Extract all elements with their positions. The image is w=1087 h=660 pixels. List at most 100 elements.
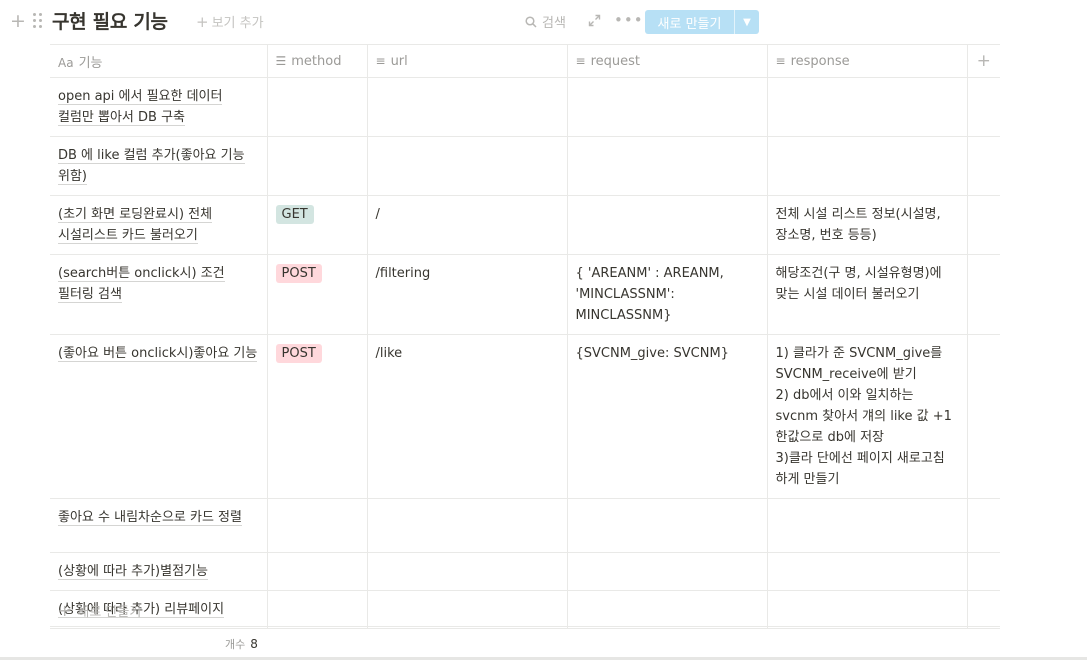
method-tag: GET bbox=[275, 205, 314, 224]
url-text: /filtering bbox=[375, 266, 431, 281]
column-label: method bbox=[291, 53, 342, 69]
cell-feature[interactable]: (초기 화면 로딩완료시) 전체 시설리스트 카드 불러오기 bbox=[50, 195, 268, 255]
cell-empty[interactable] bbox=[967, 498, 1000, 553]
cell-response[interactable]: 전체 시설 리스트 정보(시설명, 장소명, 번호 등등) bbox=[767, 195, 968, 255]
cell-request[interactable] bbox=[567, 498, 768, 553]
table-row[interactable]: 좋아요 수 내림차순으로 카드 정렬 bbox=[50, 498, 1000, 553]
add-column-icon[interactable]: + bbox=[967, 44, 1000, 78]
search-icon bbox=[525, 15, 537, 28]
new-button[interactable]: 새로 만들기 ▼ bbox=[645, 10, 759, 34]
cell-empty[interactable] bbox=[967, 195, 1000, 255]
method-tag: POST bbox=[275, 264, 322, 283]
more-options-icon[interactable]: ••• bbox=[614, 11, 644, 29]
database-header: + 구현 필요 기능 + 보기 추가 검색 ••• 새로 만들기 ▼ bbox=[0, 0, 1087, 44]
cell-response[interactable] bbox=[767, 136, 968, 196]
method-tag: POST bbox=[275, 344, 322, 363]
response-text: 전체 시설 리스트 정보(시설명, 장소명, 번호 등등) bbox=[775, 207, 941, 243]
add-view-label: 보기 추가 bbox=[211, 16, 264, 31]
plus-icon: + bbox=[58, 601, 72, 620]
cell-empty[interactable] bbox=[967, 552, 1000, 591]
search-button[interactable]: 검색 bbox=[525, 12, 566, 31]
list-icon: ☰ bbox=[275, 53, 287, 68]
column-header-request[interactable]: ≡ request bbox=[567, 44, 768, 78]
column-header-method[interactable]: ☰ method bbox=[267, 44, 368, 78]
cell-url[interactable]: /like bbox=[367, 334, 568, 499]
add-block-icon[interactable]: + bbox=[10, 10, 26, 32]
feature-title: (좋아요 버튼 onclick시)좋아요 기능 bbox=[58, 346, 258, 362]
new-row-button[interactable]: + 새로 만들기 bbox=[50, 595, 1000, 627]
table-header-row: Aa 기능 ☰ method ≡ url ≡ request ≡ response + bbox=[50, 44, 1000, 78]
add-view-button[interactable]: + 보기 추가 bbox=[196, 12, 264, 31]
request-text: { 'AREANM' : AREANM, 'MINCLASSNM': MINCL… bbox=[575, 266, 724, 323]
cell-method[interactable] bbox=[267, 77, 368, 137]
new-button-label[interactable]: 새로 만들기 bbox=[645, 10, 735, 34]
feature-title: 좋아요 수 내림차순으로 카드 정렬 bbox=[58, 510, 242, 526]
cell-url[interactable] bbox=[367, 136, 568, 196]
table-row[interactable]: (초기 화면 로딩완료시) 전체 시설리스트 카드 불러오기 GET / 전체 시설 … bbox=[50, 195, 1000, 255]
cell-feature[interactable]: (좋아요 버튼 onclick시)좋아요 기능 bbox=[50, 334, 268, 499]
table-row[interactable]: (상황에 따라 추가)별점기능 bbox=[50, 552, 1000, 591]
cell-method[interactable]: POST bbox=[267, 254, 368, 335]
cell-feature[interactable]: (상황에 따라 추가)별점기능 bbox=[50, 552, 268, 591]
cell-request[interactable]: {SVCNM_give: SVCNM} bbox=[567, 334, 768, 499]
cell-url[interactable] bbox=[367, 77, 568, 137]
feature-title: (search버튼 onclick시) 조건 필터링 검색 bbox=[58, 266, 225, 303]
response-text: 해당조건(구 명, 시설유형명)에 맞는 시설 데이터 불러오기 bbox=[775, 266, 942, 302]
cell-response[interactable] bbox=[767, 77, 968, 137]
table-row[interactable]: (좋아요 버튼 onclick시)좋아요 기능 POST/like {SVCNM_g… bbox=[50, 334, 1000, 499]
page-title[interactable]: 구현 필요 기능 bbox=[52, 7, 168, 34]
text-aa-icon: Aa bbox=[58, 55, 74, 70]
cell-feature[interactable]: open api 에서 필요한 데이터 컬럼만 뽑아서 DB 구축 bbox=[50, 77, 268, 137]
table-row[interactable]: DB 에 like 컬럼 추가(좋아요 기능 위함) bbox=[50, 136, 1000, 196]
feature-title: (상황에 따라 추가)별점기능 bbox=[58, 564, 208, 580]
cell-request[interactable] bbox=[567, 195, 768, 255]
column-label: url bbox=[390, 53, 408, 69]
cell-method[interactable] bbox=[267, 552, 368, 591]
cell-response[interactable] bbox=[767, 552, 968, 591]
cell-request[interactable] bbox=[567, 136, 768, 196]
cell-feature[interactable]: DB 에 like 컬럼 추가(좋아요 기능 위함) bbox=[50, 136, 268, 196]
cell-url[interactable]: /filtering bbox=[367, 254, 568, 335]
table-row[interactable]: open api 에서 필요한 데이터 컬럼만 뽑아서 DB 구축 bbox=[50, 77, 1000, 137]
database-table: Aa 기능 ☰ method ≡ url ≡ request ≡ response + o… bbox=[50, 44, 1000, 629]
drag-handle-icon[interactable] bbox=[32, 12, 44, 30]
url-text: /like bbox=[375, 346, 403, 361]
text-lines-icon: ≡ bbox=[375, 53, 386, 68]
chevron-down-icon[interactable]: ▼ bbox=[735, 10, 759, 34]
cell-request[interactable] bbox=[567, 552, 768, 591]
count-label: 개수 bbox=[225, 638, 246, 651]
feature-title: (초기 화면 로딩완료시) 전체 시설리스트 카드 불러오기 bbox=[58, 207, 213, 244]
cell-feature[interactable]: 좋아요 수 내림차순으로 카드 정렬 bbox=[50, 498, 268, 553]
cell-request[interactable]: { 'AREANM' : AREANM, 'MINCLASSNM': MINCL… bbox=[567, 254, 768, 335]
cell-empty[interactable] bbox=[967, 334, 1000, 499]
expand-icon[interactable] bbox=[588, 14, 601, 27]
search-label: 검색 bbox=[542, 16, 566, 31]
table-row[interactable]: (search버튼 onclick시) 조건 필터링 검색 POST/filter… bbox=[50, 254, 1000, 335]
cell-response[interactable]: 1) 클라가 준 SVCNM_give를 SVCNM_receive에 받기 2… bbox=[767, 334, 968, 499]
column-label: response bbox=[790, 53, 850, 69]
cell-method[interactable] bbox=[267, 498, 368, 553]
cell-feature[interactable]: (search버튼 onclick시) 조건 필터링 검색 bbox=[50, 254, 268, 335]
cell-request[interactable] bbox=[567, 77, 768, 137]
text-lines-icon: ≡ bbox=[775, 53, 786, 68]
cell-method[interactable]: GET bbox=[267, 195, 368, 255]
cell-response[interactable] bbox=[767, 498, 968, 553]
cell-url[interactable] bbox=[367, 498, 568, 553]
count-value: 8 bbox=[250, 637, 258, 651]
cell-url[interactable]: / bbox=[367, 195, 568, 255]
response-text: 1) 클라가 준 SVCNM_give를 SVCNM_receive에 받기 2… bbox=[775, 346, 952, 487]
column-header-url[interactable]: ≡ url bbox=[367, 44, 568, 78]
cell-response[interactable]: 해당조건(구 명, 시설유형명)에 맞는 시설 데이터 불러오기 bbox=[767, 254, 968, 335]
cell-method[interactable]: POST bbox=[267, 334, 368, 499]
cell-empty[interactable] bbox=[967, 254, 1000, 335]
new-row-label: 새로 만들기 bbox=[77, 605, 142, 620]
column-header-feature[interactable]: Aa 기능 bbox=[50, 44, 268, 78]
url-text: / bbox=[375, 207, 380, 222]
column-header-response[interactable]: ≡ response bbox=[767, 44, 968, 78]
cell-empty[interactable] bbox=[967, 136, 1000, 196]
cell-url[interactable] bbox=[367, 552, 568, 591]
text-lines-icon: ≡ bbox=[575, 53, 586, 68]
feature-title: open api 에서 필요한 데이터 컬럼만 뽑아서 DB 구축 bbox=[58, 89, 223, 126]
cell-empty[interactable] bbox=[967, 77, 1000, 137]
cell-method[interactable] bbox=[267, 136, 368, 196]
